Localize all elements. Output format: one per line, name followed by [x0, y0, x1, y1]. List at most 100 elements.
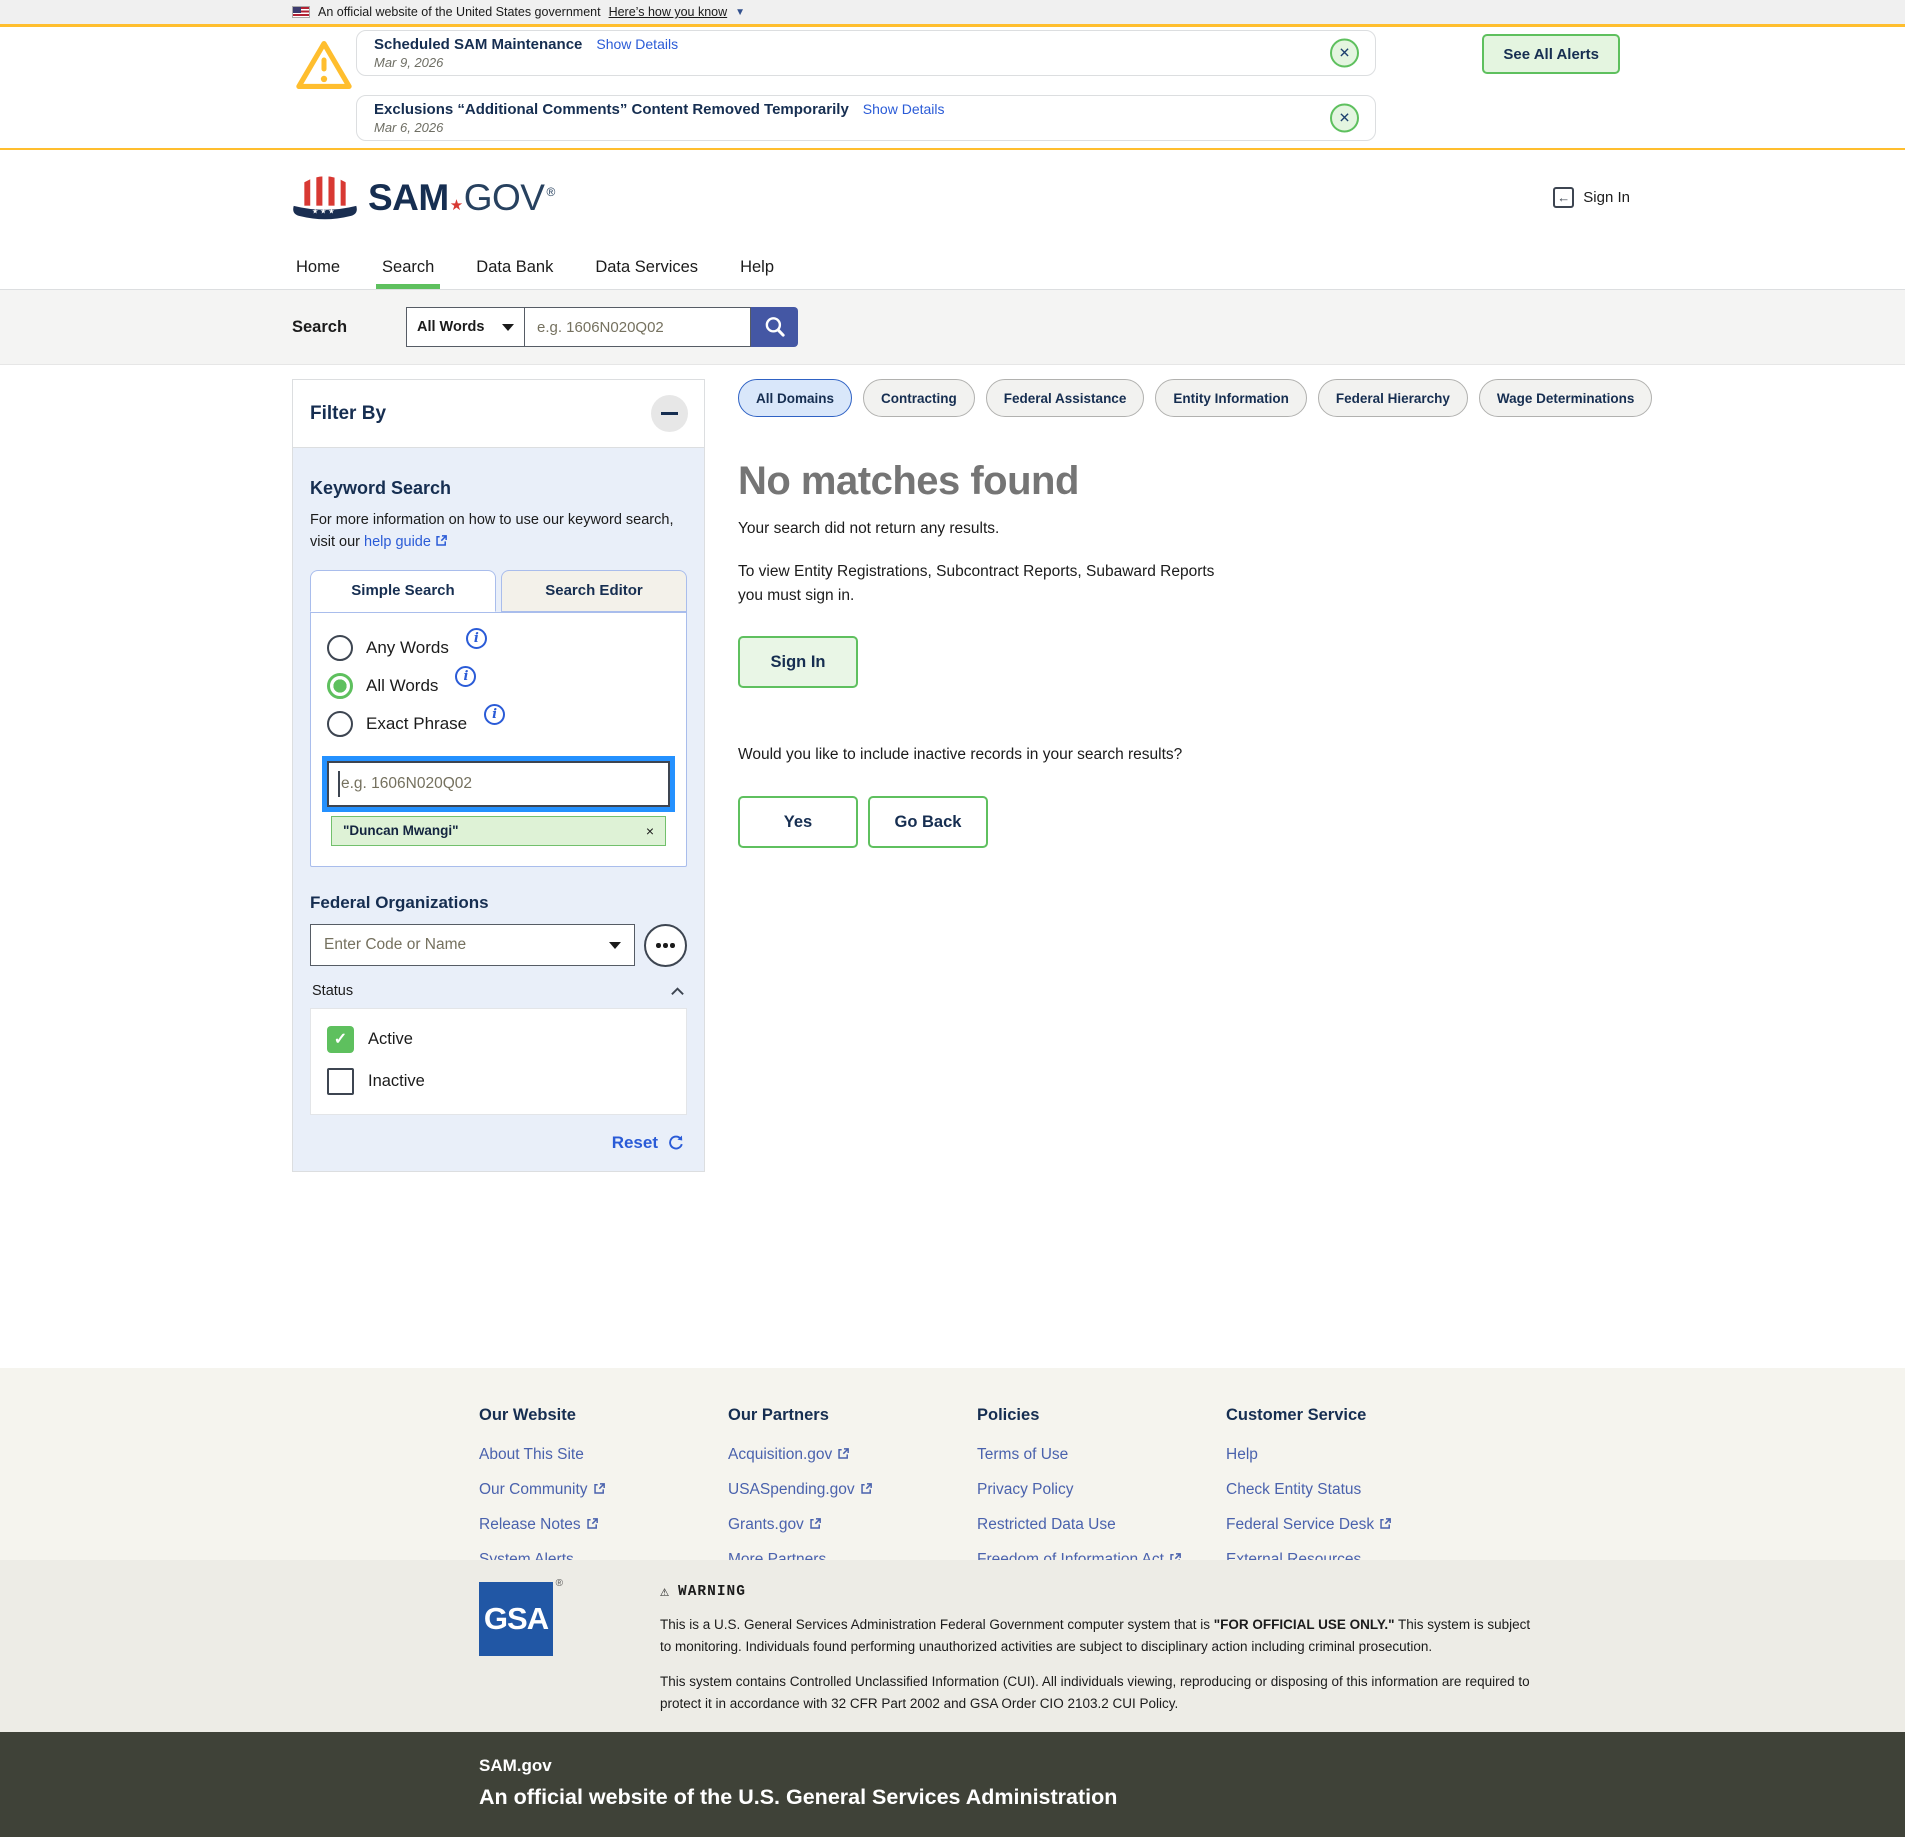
alert-date: Mar 9, 2026 — [374, 55, 1315, 70]
yes-button[interactable]: Yes — [738, 796, 858, 848]
domain-tab-all-domains[interactable]: All Domains — [738, 379, 852, 417]
warning-icon: ⚠ — [660, 1582, 670, 1601]
info-icon[interactable]: i — [455, 666, 476, 687]
help-guide-link[interactable]: help guide — [364, 534, 448, 550]
footer-link[interactable]: Release Notes — [479, 1516, 728, 1534]
reset-filters-button[interactable]: Reset — [310, 1133, 687, 1153]
gov-banner: An official website of the United States… — [0, 0, 1905, 27]
domain-tab-federal-hierarchy[interactable]: Federal Hierarchy — [1318, 379, 1468, 417]
alert-close-button[interactable]: ✕ — [1330, 39, 1359, 68]
domain-tab-federal-assistance[interactable]: Federal Assistance — [986, 379, 1145, 417]
tab-simple-search[interactable]: Simple Search — [310, 570, 496, 612]
gov-banner-text: An official website of the United States… — [318, 5, 601, 19]
global-search-input[interactable] — [525, 307, 751, 347]
external-link-icon — [860, 1482, 873, 1495]
checkbox-active[interactable]: ✓ Active — [327, 1026, 672, 1053]
chevron-down-icon: ▼ — [735, 7, 745, 18]
filter-collapse-button[interactable] — [651, 395, 688, 432]
radio-all-words[interactable]: All Words i — [327, 673, 670, 699]
alert-title: Scheduled SAM Maintenance — [374, 36, 582, 53]
footer-link[interactable]: Our Community — [479, 1481, 728, 1499]
radio-any-words[interactable]: Any Words i — [327, 635, 670, 661]
filter-panel-header: Filter By — [293, 380, 704, 448]
nav-item-home[interactable]: Home — [290, 245, 346, 289]
tab-search-editor[interactable]: Search Editor — [501, 570, 687, 612]
keyword-help-text: For more information on how to use our k… — [310, 509, 687, 554]
results-section: All Domains Contracting Federal Assistan… — [738, 379, 1652, 848]
site-footer-subtitle: An official website of the U.S. General … — [479, 1785, 1905, 1810]
alert-title: Exclusions “Additional Comments” Content… — [374, 101, 849, 118]
header-sign-in-link[interactable]: ← Sign In — [1553, 187, 1630, 208]
footer-link[interactable]: Grants.gov — [728, 1516, 977, 1534]
chevron-up-icon — [670, 986, 685, 996]
footer-link[interactable]: Restricted Data Use — [977, 1516, 1226, 1534]
nav-item-data-bank[interactable]: Data Bank — [470, 245, 559, 289]
domain-tabs: All Domains Contracting Federal Assistan… — [738, 379, 1652, 417]
chevron-down-icon — [502, 324, 514, 331]
status-checkbox-group: ✓ Active Inactive — [310, 1008, 687, 1115]
footer-nav: Our Website About This Site Our Communit… — [0, 1368, 1905, 1560]
alert-show-details-link[interactable]: Show Details — [863, 101, 945, 117]
search-submit-button[interactable] — [751, 307, 798, 347]
logo-text: SAM ★ GOV ® — [368, 177, 555, 219]
warning-paragraph-1: This is a U.S. General Services Administ… — [660, 1614, 1540, 1658]
keyword-search-input[interactable] — [327, 761, 670, 807]
sam-gov-logo[interactable]: ★ ★ ★ SAM ★ GOV ® — [292, 172, 555, 224]
results-sign-in-button[interactable]: Sign In — [738, 636, 858, 688]
search-label: Search — [292, 318, 406, 337]
radio-circle-icon — [327, 711, 353, 737]
go-back-button[interactable]: Go Back — [868, 796, 988, 848]
alert-date: Mar 6, 2026 — [374, 120, 1315, 135]
footer-link[interactable]: About This Site — [479, 1446, 728, 1464]
footer-column-our-website: Our Website About This Site Our Communit… — [479, 1406, 728, 1560]
warning-paragraph-2: This system contains Controlled Unclassi… — [660, 1671, 1540, 1715]
footer-link[interactable]: Check Entity Status — [1226, 1481, 1475, 1499]
nav-item-data-services[interactable]: Data Services — [589, 245, 704, 289]
footer-link[interactable]: Terms of Use — [977, 1446, 1226, 1464]
chip-remove-icon[interactable]: × — [646, 823, 654, 839]
radio-circle-icon — [327, 635, 353, 661]
filter-panel-body: Keyword Search For more information on h… — [293, 448, 704, 1171]
radio-exact-phrase[interactable]: Exact Phrase i — [327, 711, 670, 737]
domain-tab-entity-information[interactable]: Entity Information — [1155, 379, 1307, 417]
search-strip: Search All Words — [0, 290, 1905, 365]
radio-circle-selected-icon — [327, 673, 353, 699]
search-mode-select[interactable]: All Words — [406, 307, 525, 347]
nav-item-help[interactable]: Help — [734, 245, 780, 289]
sign-in-note: To view Entity Registrations, Subcontrac… — [738, 560, 1243, 608]
checkbox-inactive[interactable]: Inactive — [327, 1068, 672, 1095]
alert-card: Exclusions “Additional Comments” Content… — [356, 95, 1376, 141]
domain-tab-contracting[interactable]: Contracting — [863, 379, 975, 417]
page: An official website of the United States… — [0, 0, 1905, 1837]
alerts-section: Scheduled SAM Maintenance Show Details M… — [0, 27, 1905, 150]
checkbox-unchecked-icon — [327, 1068, 354, 1095]
nav-item-search[interactable]: Search — [376, 245, 440, 289]
refresh-icon — [667, 1134, 685, 1152]
footer-link[interactable]: Help — [1226, 1446, 1475, 1464]
footer-column-our-partners: Our Partners Acquisition.gov USASpending… — [728, 1406, 977, 1560]
info-icon[interactable]: i — [466, 628, 487, 649]
us-flag-icon — [292, 6, 310, 18]
gsa-warning-strip: GSA ® ⚠ WARNING This is a U.S. General S… — [0, 1560, 1905, 1732]
footer-link[interactable]: Federal Service Desk — [1226, 1516, 1475, 1534]
federal-org-combobox[interactable]: Enter Code or Name — [310, 924, 635, 966]
footer-link[interactable]: USASpending.gov — [728, 1481, 977, 1499]
text-caret — [338, 771, 340, 797]
status-section-toggle[interactable]: Status — [310, 983, 687, 999]
filter-panel: Filter By Keyword Search For more inform… — [292, 379, 705, 1172]
site-header: ★ ★ ★ SAM ★ GOV ® ← Sign In — [0, 150, 1905, 245]
org-more-options-button[interactable] — [644, 924, 687, 967]
see-all-alerts-button[interactable]: See All Alerts — [1482, 34, 1620, 74]
alert-show-details-link[interactable]: Show Details — [596, 36, 678, 52]
alert-close-button[interactable]: ✕ — [1330, 104, 1359, 133]
domain-tab-wage-determinations[interactable]: Wage Determinations — [1479, 379, 1653, 417]
keyword-search-heading: Keyword Search — [310, 478, 687, 499]
gov-banner-disclosure-link[interactable]: Here’s how you know — [609, 5, 728, 19]
info-icon[interactable]: i — [484, 704, 505, 725]
minus-icon — [661, 412, 678, 415]
footer-link[interactable]: Privacy Policy — [977, 1481, 1226, 1499]
external-link-icon — [586, 1517, 599, 1530]
footer-link[interactable]: Acquisition.gov — [728, 1446, 977, 1464]
warning-heading: ⚠ WARNING — [660, 1582, 1540, 1601]
alert-card: Scheduled SAM Maintenance Show Details M… — [356, 30, 1376, 76]
